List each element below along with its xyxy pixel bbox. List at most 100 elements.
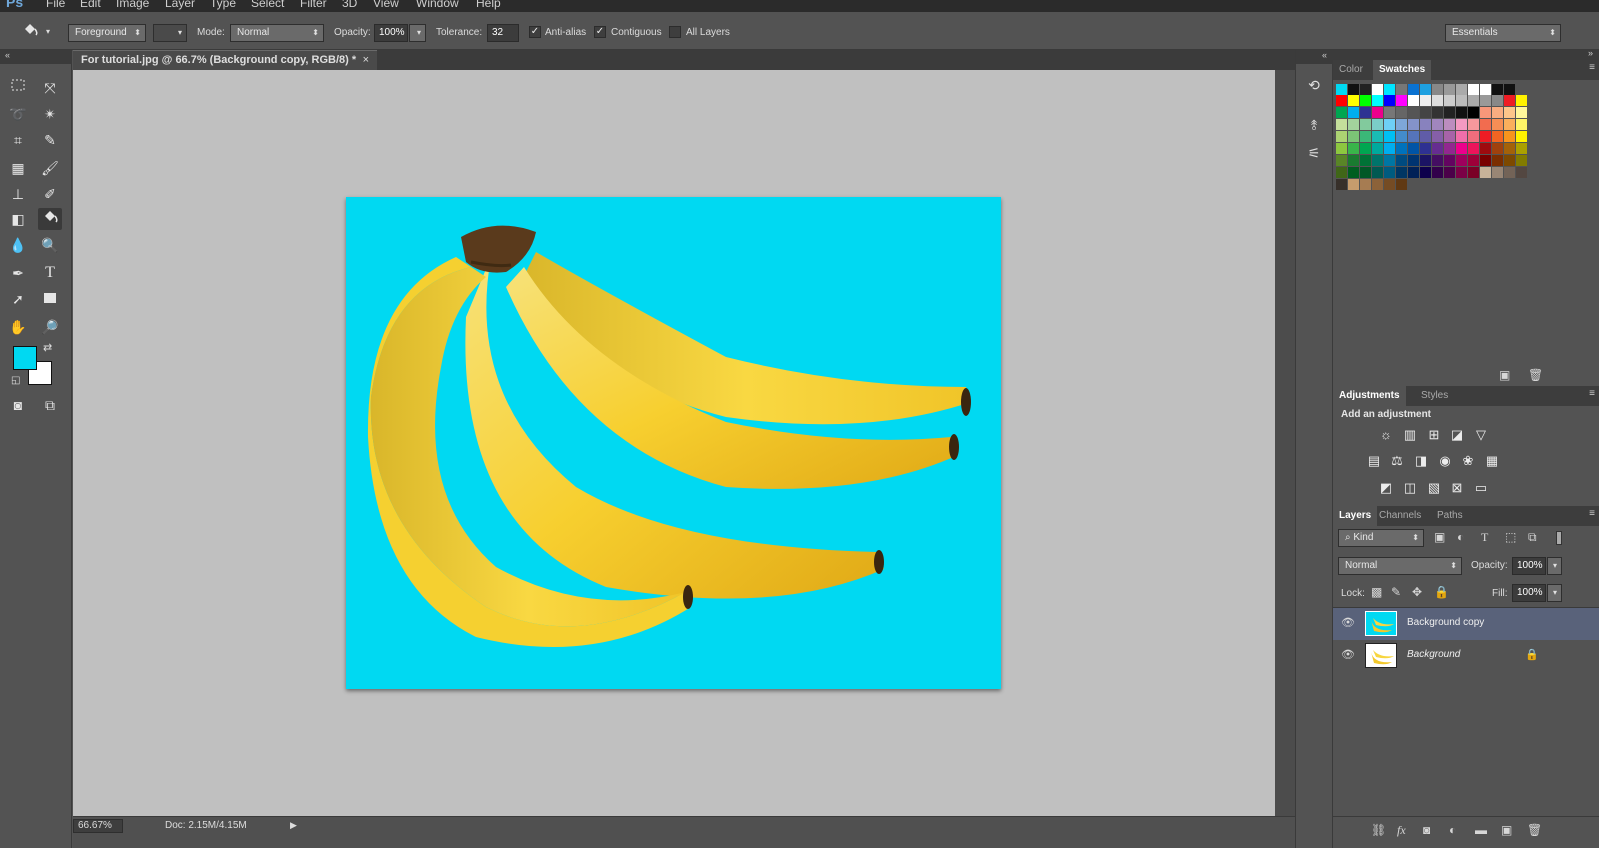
color-swatch[interactable] [1504,107,1515,118]
layer-row-background[interactable]: 👁 Background 🔒 [1333,640,1599,672]
color-swatch[interactable] [1432,167,1443,178]
color-swatch[interactable] [1456,107,1467,118]
tab-paths[interactable]: Paths [1431,506,1469,526]
color-swatch[interactable] [1504,155,1515,166]
color-swatch[interactable] [1348,155,1359,166]
color-swatch[interactable] [1396,155,1407,166]
color-swatch[interactable] [1504,119,1515,130]
color-swatch[interactable] [1480,119,1491,130]
color-swatch[interactable] [1444,107,1455,118]
fill-slider[interactable]: ▾ [1547,584,1562,602]
crop-tool-icon[interactable]: ⌗ [6,129,30,151]
color-swatch[interactable] [1384,84,1395,95]
color-swatch[interactable] [1444,167,1455,178]
history-panel-icon[interactable]: ⟲ [1302,74,1326,96]
menu-window[interactable]: Window [416,0,459,10]
mode-select[interactable]: Normal ⬍ [230,24,324,42]
color-swatch[interactable] [1336,119,1347,130]
color-swatch[interactable] [1384,167,1395,178]
color-swatch[interactable] [1348,119,1359,130]
filter-pixel-icon[interactable]: ▣ [1434,530,1445,544]
color-swatch[interactable] [1408,155,1419,166]
tab-swatches[interactable]: Swatches [1373,60,1432,80]
rectangle-tool-icon[interactable] [38,288,62,310]
color-swatch[interactable] [1456,84,1467,95]
color-swatch[interactable] [1516,95,1527,106]
color-swatch[interactable] [1360,167,1371,178]
color-swatch[interactable] [1372,131,1383,142]
color-swatch[interactable] [1384,155,1395,166]
default-colors-icon[interactable]: ◱ [11,375,20,386]
layer-row-background-copy[interactable]: 👁 Background copy [1333,608,1599,640]
fill-source-select[interactable]: Foreground ⬍ [68,24,146,42]
color-swatch[interactable] [1432,84,1443,95]
new-adjustment-layer-icon[interactable]: ◐ [1449,823,1456,837]
visibility-eye-icon[interactable]: 👁 [1341,648,1355,661]
add-mask-icon[interactable]: ◙ [1423,823,1430,837]
opacity-slider-button[interactable]: ▾ [409,24,426,42]
color-swatch[interactable] [1456,167,1467,178]
swap-colors-icon[interactable]: ⇄ [43,341,52,354]
tolerance-field[interactable]: 32 [487,24,519,42]
opacity-field[interactable]: 100% [374,24,408,42]
color-swatch[interactable] [1348,84,1359,95]
color-swatch[interactable] [1468,143,1479,154]
color-swatch[interactable] [1420,95,1431,106]
new-swatch-icon[interactable]: ▣ [1499,368,1510,382]
tab-layers[interactable]: Layers [1333,506,1378,526]
color-swatch[interactable] [1408,119,1419,130]
menu-edit[interactable]: Edit [80,0,101,10]
lock-position-icon[interactable]: ✥ [1412,585,1422,599]
menu-view[interactable]: View [373,0,399,10]
filter-smart-object-icon[interactable]: ⧉ [1528,530,1537,545]
brightness-contrast-icon[interactable]: ☼ [1377,427,1395,443]
color-swatch[interactable] [1492,131,1503,142]
color-swatch[interactable] [1336,131,1347,142]
foreground-color-swatch-top[interactable] [13,346,37,370]
collapse-panels-icon[interactable]: » [1588,48,1593,58]
color-swatch[interactable] [1360,107,1371,118]
color-swatch[interactable] [1336,155,1347,166]
paint-bucket-tool-icon[interactable] [38,208,62,230]
type-tool-icon[interactable]: T [38,262,62,284]
color-swatch[interactable] [1384,143,1395,154]
document-tab[interactable]: For tutorial.jpg @ 66.7% (Background cop… [73,50,377,70]
color-swatch[interactable] [1360,84,1371,95]
hand-tool-icon[interactable]: ✋ [6,316,30,338]
color-swatch[interactable] [1480,143,1491,154]
color-swatch[interactable] [1516,119,1527,130]
curves-icon[interactable]: ⊞ [1425,427,1443,443]
color-swatch[interactable] [1516,143,1527,154]
path-selection-tool-icon[interactable]: ➚ [6,288,30,310]
anti-alias-checkbox[interactable]: ✓ [529,26,541,38]
blend-mode-select[interactable]: Normal ⬍ [1338,557,1462,575]
color-swatch[interactable] [1360,179,1371,190]
color-swatch[interactable] [1480,95,1491,106]
filter-shape-icon[interactable]: ⬚ [1505,530,1516,544]
history-brush-tool-icon[interactable]: ✐ [38,183,62,205]
menu-file[interactable]: File [46,0,65,10]
color-swatch[interactable] [1432,107,1443,118]
menu-3d[interactable]: 3D [342,0,357,10]
pen-tool-icon[interactable]: ✒ [6,262,30,284]
color-swatch[interactable] [1468,119,1479,130]
menu-layer[interactable]: Layer [165,0,195,10]
tab-channels[interactable]: Channels [1373,506,1427,526]
menu-select[interactable]: Select [251,0,284,10]
color-swatch[interactable] [1432,131,1443,142]
close-tab-icon[interactable]: × [363,51,369,70]
color-swatch[interactable] [1420,84,1431,95]
panel-menu-icon[interactable]: ≡ [1589,62,1595,73]
color-swatch[interactable] [1360,131,1371,142]
screen-mode-icon[interactable]: ⧉ [38,394,62,416]
color-swatch[interactable] [1348,143,1359,154]
color-swatch[interactable] [1444,155,1455,166]
color-swatch[interactable] [1408,107,1419,118]
visibility-eye-icon[interactable]: 👁 [1341,616,1355,629]
lock-all-icon[interactable]: 🔒 [1434,585,1449,599]
color-swatch[interactable] [1384,95,1395,106]
lasso-tool-icon[interactable]: ➰ [6,103,30,125]
brush-tool-icon[interactable]: 🖌 [38,157,62,179]
color-swatch[interactable] [1468,95,1479,106]
magic-wand-tool-icon[interactable]: ✴ [38,103,62,125]
